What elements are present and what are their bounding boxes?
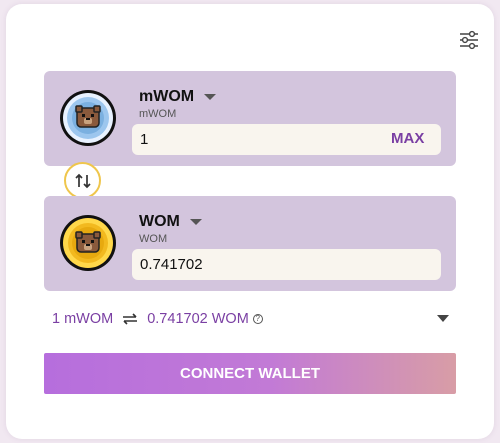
from-token-subtitle: mWOM	[139, 108, 177, 120]
from-token-panel: mWOM mWOM MAX	[44, 71, 456, 166]
rate-right: 0.741702 WOM	[147, 311, 249, 327]
to-token-subtitle: WOM	[139, 233, 168, 245]
help-icon[interactable]: ?	[252, 314, 263, 324]
to-token-panel: WOM WOM	[44, 196, 456, 291]
to-token-selector[interactable]: WOM	[139, 212, 202, 232]
swap-direction-button[interactable]	[64, 162, 101, 199]
rate-left: 1 mWOM	[52, 311, 114, 327]
to-amount-input[interactable]	[132, 249, 441, 280]
chevron-down-icon	[189, 219, 202, 225]
connect-wallet-button[interactable]: CONNECT WALLET	[44, 353, 456, 394]
rate-details-toggle[interactable]	[437, 315, 449, 322]
exchange-arrows-icon	[123, 313, 138, 325]
max-button[interactable]: MAX	[391, 130, 424, 147]
swap-arrows-icon	[74, 173, 91, 188]
to-token-symbol: WOM	[139, 213, 180, 230]
wombat-gold-coin-icon	[60, 215, 116, 271]
from-token-selector[interactable]: mWOM	[139, 87, 217, 107]
wombat-blue-coin-icon	[60, 90, 116, 146]
chevron-down-icon	[204, 94, 217, 100]
from-token-symbol: mWOM	[139, 88, 195, 105]
settings-sliders-icon[interactable]	[458, 30, 480, 50]
exchange-rate: 1 mWOM 0.741702 WOM ?	[52, 310, 263, 328]
